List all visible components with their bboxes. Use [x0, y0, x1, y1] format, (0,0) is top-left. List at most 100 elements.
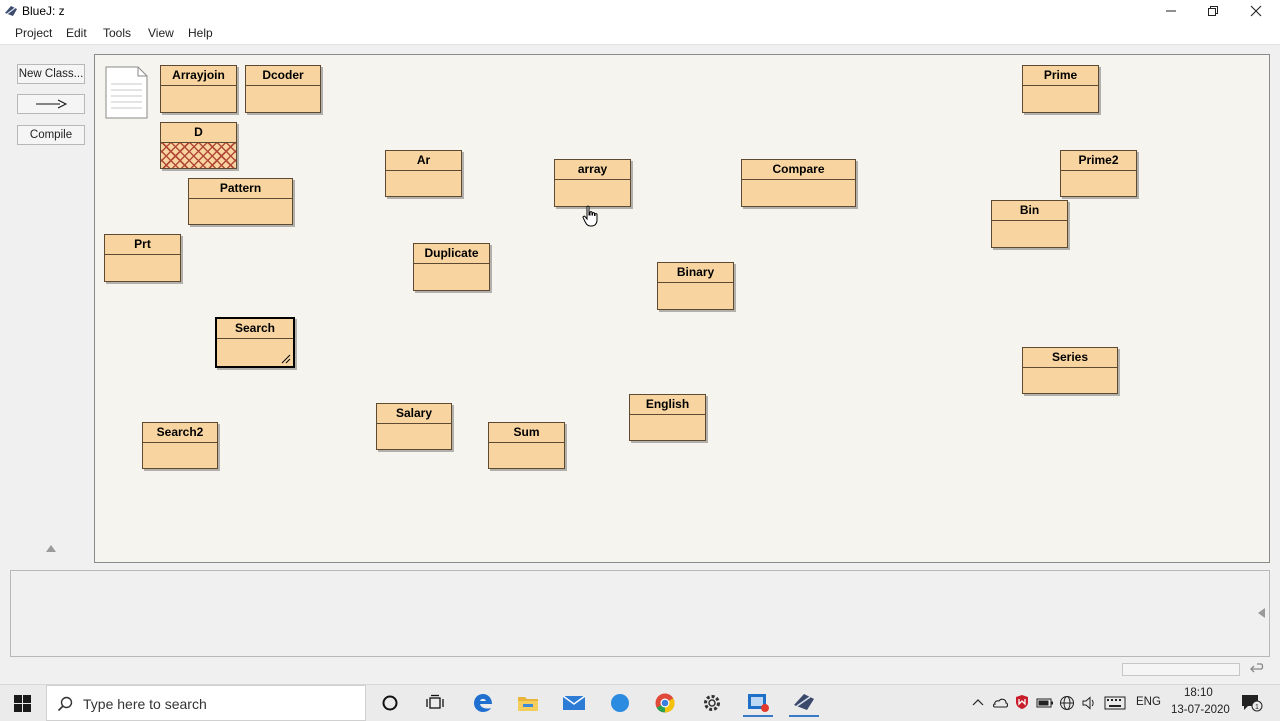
- class-name: Compare: [772, 162, 825, 176]
- class-name: Pattern: [219, 181, 262, 195]
- class-name: English: [645, 397, 690, 411]
- menu-help[interactable]: Help: [188, 26, 213, 40]
- class-name: array: [577, 162, 608, 176]
- class-box-search[interactable]: Search: [215, 317, 295, 368]
- class-box-sum[interactable]: Sum: [488, 422, 565, 469]
- outlook-icon: [748, 694, 769, 712]
- class-box-arrayjoin[interactable]: Arrayjoin: [160, 65, 237, 113]
- class-box-compare[interactable]: Compare: [741, 159, 856, 207]
- taskbar-search-box[interactable]: Type here to search: [46, 685, 366, 721]
- class-box-bin[interactable]: Bin: [991, 200, 1068, 248]
- class-name: Dcoder: [262, 68, 304, 82]
- keyboard-icon[interactable]: [1104, 696, 1126, 710]
- search-icon: [57, 696, 73, 712]
- collapse-triangle-icon[interactable]: [46, 545, 56, 552]
- menu-project[interactable]: Project: [15, 26, 52, 40]
- file-explorer-icon: [518, 697, 538, 711]
- chrome-icon: [655, 693, 675, 713]
- class-name: Ar: [416, 153, 431, 167]
- mail-button[interactable]: [559, 689, 589, 717]
- class-box-binary[interactable]: Binary: [657, 262, 734, 310]
- progress-bar: [1122, 663, 1240, 676]
- new-class-button[interactable]: New Class...: [17, 64, 85, 84]
- class-box-d[interactable]: D: [160, 122, 237, 169]
- search-placeholder: Type here to search: [83, 696, 207, 712]
- menu-bar: Project Edit Tools View Help: [0, 22, 1280, 45]
- arrow-icon: [36, 99, 68, 109]
- class-box-pattern[interactable]: Pattern: [188, 178, 293, 225]
- maximize-icon: [1208, 6, 1218, 16]
- battery-icon[interactable]: [1036, 697, 1054, 709]
- object-bench[interactable]: [10, 570, 1270, 657]
- class-box-prime2[interactable]: Prime2: [1060, 150, 1137, 197]
- resize-handle-icon[interactable]: [281, 354, 291, 364]
- class-box-prime[interactable]: Prime: [1022, 65, 1099, 113]
- clock-time[interactable]: 18:10: [1184, 687, 1213, 699]
- window-title: BlueJ: z: [22, 4, 65, 18]
- bluej-taskbar-icon: [794, 694, 814, 710]
- new-arrow-button[interactable]: [17, 94, 85, 114]
- menu-tools[interactable]: Tools: [103, 26, 131, 40]
- taskbar: Type here to search ENG 18:10 13-07-2020…: [0, 684, 1280, 721]
- class-name: Salary: [395, 406, 433, 420]
- bluej-taskbar-button[interactable]: [789, 689, 819, 717]
- uncompiled-hatch: [161, 143, 236, 168]
- task-view-icon: [426, 694, 444, 709]
- clock-date[interactable]: 13-07-2020: [1171, 704, 1230, 716]
- mail-icon: [562, 695, 586, 710]
- class-name: Sum: [513, 425, 540, 439]
- settings-button[interactable]: [697, 689, 727, 717]
- class-box-ar[interactable]: Ar: [385, 150, 462, 197]
- class-name: Prime2: [1078, 153, 1119, 167]
- class-name: Search: [234, 321, 276, 335]
- close-button[interactable]: [1235, 0, 1277, 22]
- task-view-button[interactable]: [420, 689, 450, 717]
- class-name: Binary: [676, 265, 715, 279]
- class-box-duplicate[interactable]: Duplicate: [413, 243, 490, 291]
- file-explorer-button[interactable]: [513, 689, 543, 717]
- onedrive-icon[interactable]: [991, 696, 1009, 708]
- class-name: Prime: [1043, 68, 1078, 82]
- menu-view[interactable]: View: [148, 26, 174, 40]
- class-box-salary[interactable]: Salary: [376, 403, 452, 450]
- class-box-english[interactable]: English: [629, 394, 706, 441]
- class-box-series[interactable]: Series: [1022, 347, 1118, 394]
- svg-text:1: 1: [1255, 704, 1259, 711]
- outlook-button[interactable]: [743, 689, 773, 717]
- hand-cursor-icon: [582, 205, 598, 227]
- class-name: Search2: [156, 425, 204, 439]
- class-box-prt[interactable]: Prt: [104, 234, 181, 282]
- settings-icon: [704, 695, 720, 711]
- class-box-search2[interactable]: Search2: [142, 422, 218, 469]
- menu-edit[interactable]: Edit: [66, 26, 87, 40]
- class-name: Prt: [134, 237, 151, 251]
- minimize-button[interactable]: [1150, 0, 1192, 22]
- chevron-up-icon[interactable]: [972, 697, 984, 707]
- readme-icon[interactable]: [105, 66, 148, 119]
- windows-start-icon[interactable]: [14, 695, 31, 712]
- language-indicator[interactable]: ENG: [1136, 696, 1161, 708]
- class-name: Arrayjoin: [172, 68, 225, 82]
- left-arrow-icon[interactable]: [1258, 608, 1265, 618]
- class-name: D: [194, 125, 203, 139]
- chrome-button[interactable]: [650, 689, 680, 717]
- class-name: Bin: [1019, 203, 1040, 217]
- cortana-icon: [382, 695, 398, 711]
- class-box-array[interactable]: array: [554, 159, 631, 207]
- shield-icon[interactable]: [1015, 694, 1029, 710]
- return-icon[interactable]: [1248, 661, 1266, 677]
- maximize-button[interactable]: [1192, 0, 1234, 22]
- compile-button[interactable]: Compile: [17, 125, 85, 145]
- network-globe-icon[interactable]: [1059, 695, 1075, 711]
- app-button-blue[interactable]: [605, 689, 635, 717]
- minimize-icon: [1166, 10, 1176, 12]
- class-name: Series: [1051, 350, 1089, 364]
- cortana-button[interactable]: [375, 689, 405, 717]
- close-icon: [1250, 5, 1262, 17]
- bluej-icon: [5, 6, 17, 16]
- edge-button[interactable]: [468, 689, 498, 717]
- notification-icon[interactable]: 1: [1241, 694, 1263, 712]
- compass-icon: [611, 694, 629, 712]
- volume-icon[interactable]: [1081, 695, 1097, 711]
- class-box-dcoder[interactable]: Dcoder: [245, 65, 321, 113]
